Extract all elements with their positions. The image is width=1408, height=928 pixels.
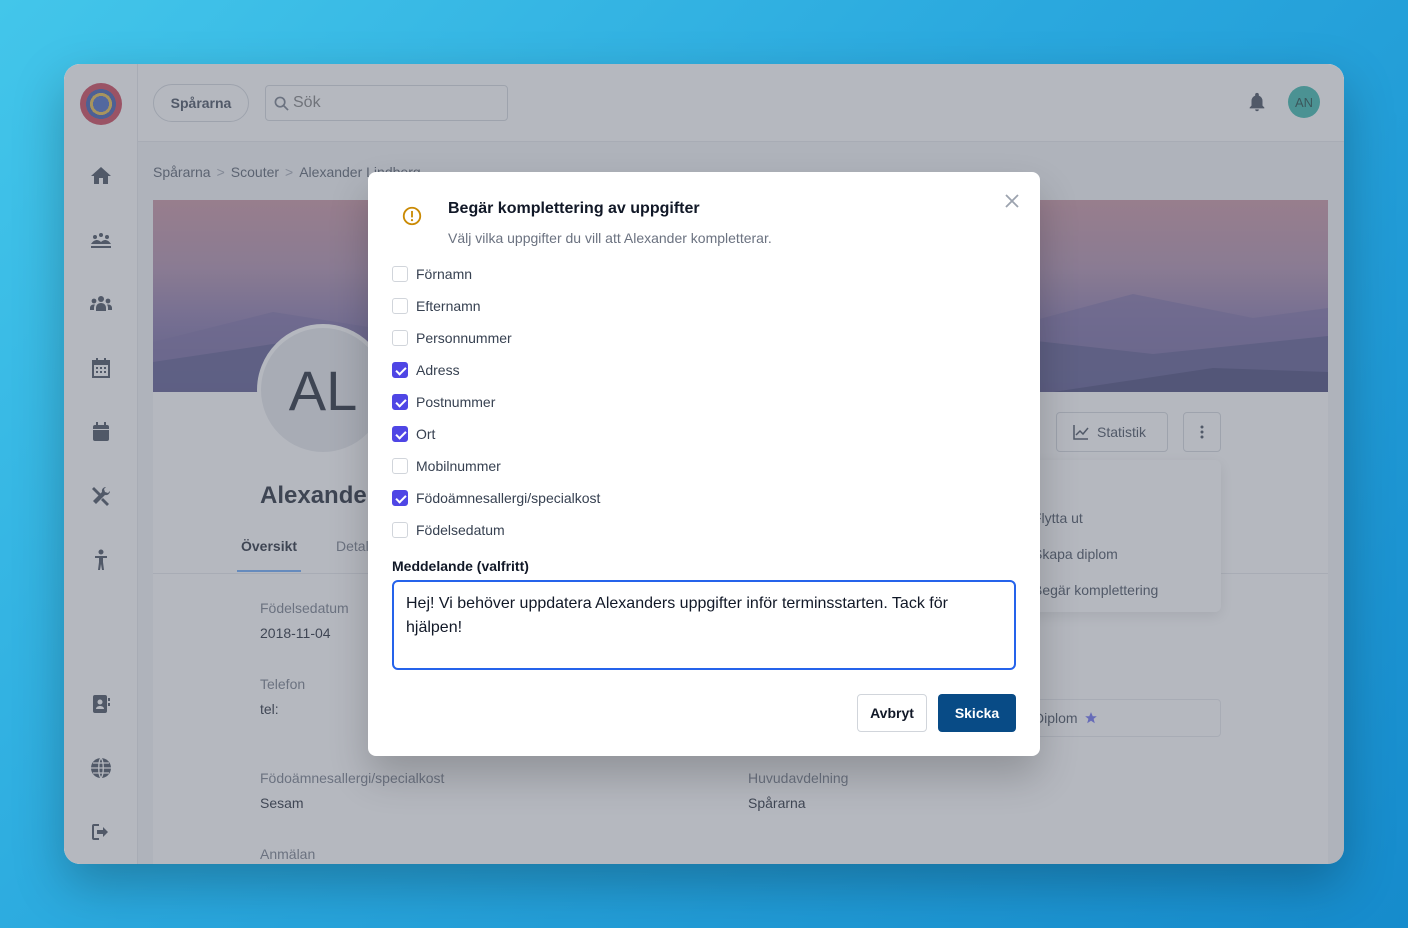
checkbox[interactable] <box>392 522 408 538</box>
checkbox-allergy[interactable]: Födoämnesallergi/specialkost <box>392 488 600 508</box>
checkbox[interactable] <box>392 458 408 474</box>
checkbox-label: Mobilnummer <box>416 458 501 474</box>
checkbox[interactable] <box>392 490 408 506</box>
checkbox-label: Personnummer <box>416 330 512 346</box>
checkbox-label: Födelsedatum <box>416 522 505 538</box>
checkbox[interactable] <box>392 266 408 282</box>
checkbox[interactable] <box>392 362 408 378</box>
send-button[interactable]: Skicka <box>938 694 1016 732</box>
close-icon[interactable] <box>1002 191 1022 211</box>
checkbox[interactable] <box>392 298 408 314</box>
checkbox-label: Födoämnesallergi/specialkost <box>416 490 601 506</box>
checkbox[interactable] <box>392 426 408 442</box>
checkbox-last-name[interactable]: Efternamn <box>392 296 481 316</box>
cancel-button[interactable]: Avbryt <box>857 694 927 732</box>
checkbox-postal-code[interactable]: Postnummer <box>392 392 495 412</box>
checkbox[interactable] <box>392 394 408 410</box>
checkbox[interactable] <box>392 330 408 346</box>
checkbox-city[interactable]: Ort <box>392 424 435 444</box>
message-label: Meddelande (valfritt) <box>392 558 529 574</box>
checkbox-first-name[interactable]: Förnamn <box>392 264 472 284</box>
modal-subtitle: Välj vilka uppgifter du vill att Alexand… <box>448 230 772 246</box>
modal-title: Begär komplettering av uppgifter <box>448 200 700 217</box>
request-completion-modal: Begär komplettering av uppgifter Välj vi… <box>368 172 1040 756</box>
checkbox-address[interactable]: Adress <box>392 360 460 380</box>
message-textarea[interactable]: Hej! Vi behöver uppdatera Alexanders upp… <box>392 580 1016 670</box>
warning-icon <box>402 206 422 226</box>
checkbox-birthdate[interactable]: Födelsedatum <box>392 520 505 540</box>
checkbox-label: Ort <box>416 426 436 442</box>
checkbox-label: Förnamn <box>416 266 473 282</box>
checkbox-personal-number[interactable]: Personnummer <box>392 328 512 348</box>
checkbox-label: Postnummer <box>416 394 496 410</box>
checkbox-label: Efternamn <box>416 298 481 314</box>
checkbox-mobile[interactable]: Mobilnummer <box>392 456 501 476</box>
checkbox-label: Adress <box>416 362 460 378</box>
